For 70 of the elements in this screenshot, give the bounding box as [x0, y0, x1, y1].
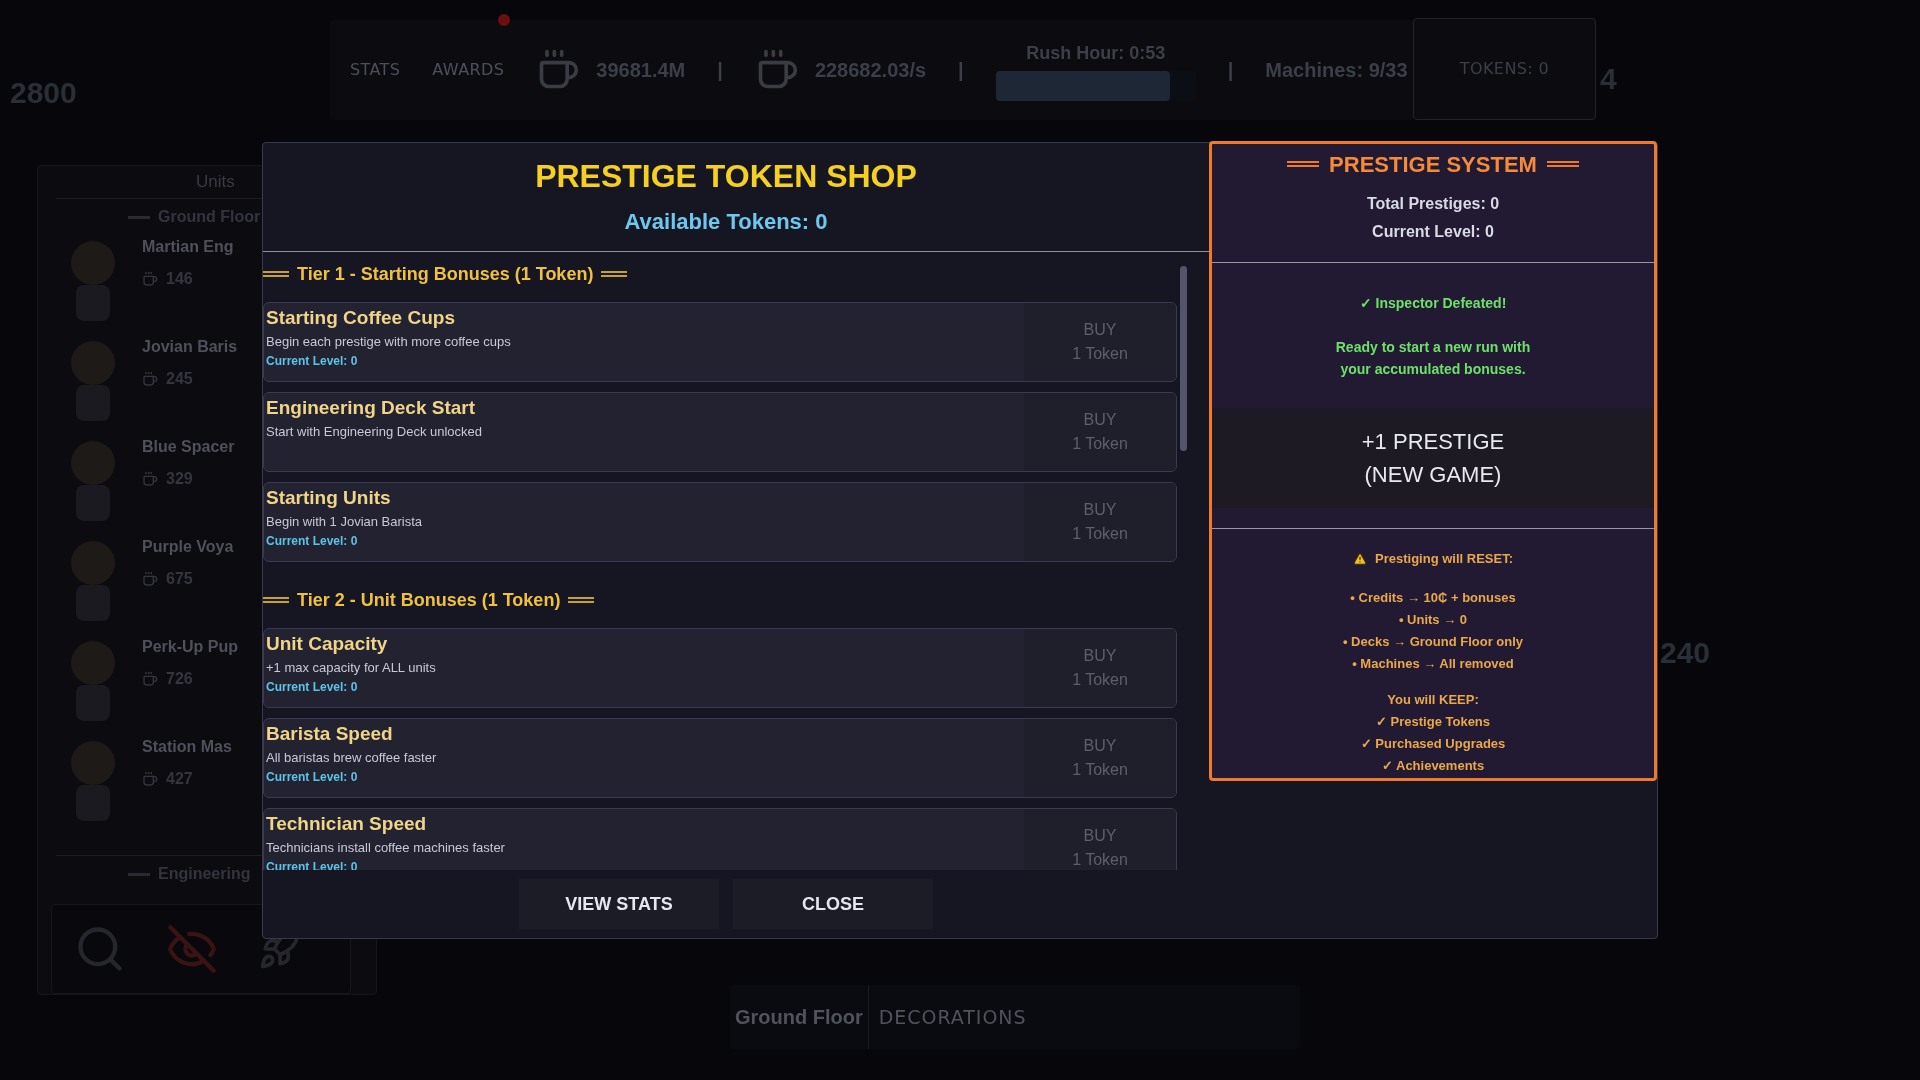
prestige-title: PRESTIGE SYSTEM — [1329, 150, 1537, 179]
dialog-button[interactable]: VIEW STATS — [519, 879, 719, 929]
available-tokens: Available Tokens: 0 — [624, 207, 828, 236]
dialog-button[interactable]: CLOSE — [733, 879, 933, 929]
upgrade-description: All baristas brew coffee faster — [266, 749, 438, 767]
warning-icon — [1353, 551, 1367, 566]
ready-message: Ready to start a new run with your accumulated bonuses. — [1334, 338, 1532, 379]
shop-title: PRESTIGE TOKEN SHOP — [535, 156, 917, 195]
reset-item: • Units → 0 — [1398, 610, 1468, 629]
keep-item: ✓ Achievements — [1381, 756, 1485, 775]
upgrade-description: Begin each prestige with more coffee cups — [266, 333, 512, 351]
upgrade-name: Starting Units — [266, 486, 392, 510]
unit-name: Purple Voya — [142, 537, 234, 558]
floor-label: Ground Floor — [734, 1005, 864, 1030]
keep-heading: You will KEEP: — [1387, 690, 1479, 709]
reset-item: • Credits → 10₵ + bonuses — [1350, 588, 1516, 607]
double-rule — [263, 597, 289, 603]
currency-value: 228682.03/s — [814, 58, 927, 83]
upgrade-name: Barista Speed — [266, 722, 394, 746]
upgrade-description: +1 max capacity for ALL units — [266, 659, 437, 677]
double-rule — [1287, 161, 1320, 167]
unit-name: Perk-Up Pup — [142, 637, 238, 658]
keep-item: ✓ Purchased Upgrades — [1360, 734, 1506, 753]
upgrade-description: Begin with 1 Jovian Barista — [266, 513, 424, 531]
mug-icon — [142, 471, 158, 488]
upgrade-description: Technicians install coffee machines faster — [266, 839, 506, 857]
currency-value: 39681.4M — [596, 58, 686, 83]
scrollbar-thumb[interactable] — [1180, 266, 1187, 451]
separator: | — [1227, 58, 1234, 83]
double-rule — [601, 271, 628, 277]
mug-icon — [142, 371, 158, 388]
unit-name: Martian Eng — [142, 237, 234, 258]
reset-item: • Machines → All removed — [1352, 654, 1514, 673]
machines-count: Machines: 9/33 — [1265, 58, 1408, 83]
hud-tab[interactable]: STATS — [350, 60, 401, 79]
separator: | — [958, 58, 964, 83]
unit-name: Jovian Baris — [142, 337, 238, 358]
prestige-button[interactable]: +1 PRESTIGE (NEW GAME) — [1212, 408, 1654, 508]
upgrade-name: Engineering Deck Start — [266, 396, 477, 420]
upgrade-level: Current Level: 0 — [266, 769, 359, 785]
separator: | — [717, 58, 723, 83]
rush-hour-label: Rush Hour: 0:53 — [1026, 41, 1166, 65]
upgrade-name: Starting Coffee Cups — [266, 306, 456, 330]
upgrade-level: Current Level: 0 — [266, 533, 359, 549]
tier-heading: Tier 1 - Starting Bonuses (1 Token) — [297, 262, 594, 286]
upgrade-name: Technician Speed — [266, 812, 428, 836]
upgrade-name: Unit Capacity — [266, 632, 389, 656]
mug-icon — [142, 571, 158, 588]
upgrade-level: Current Level: 0 — [266, 679, 359, 695]
unit-name: Station Mas — [142, 737, 232, 758]
mug-icon — [142, 271, 158, 288]
unit-name: Blue Spacer — [142, 437, 235, 458]
double-rule — [568, 597, 595, 603]
tier-heading: Tier 2 - Unit Bonuses (1 Token) — [297, 588, 561, 612]
prestige-stat: Current Level: 0 — [1372, 222, 1494, 242]
hud-tab[interactable]: AWARDS — [432, 60, 505, 79]
decorations-tab[interactable]: DECORATIONS — [868, 1002, 1027, 1032]
upgrade-description: Start with Engineering Deck unlocked — [266, 423, 484, 441]
warning-text: Prestiging will RESET: — [1375, 550, 1513, 568]
mug-icon — [142, 671, 158, 688]
double-rule — [1546, 161, 1579, 167]
keep-item: ✓ Prestige Tokens — [1375, 712, 1491, 731]
reset-item: • Decks → Ground Floor only — [1342, 632, 1524, 651]
eye-slash-icon[interactable] — [166, 923, 218, 976]
prestige-stat: Total Prestiges: 0 — [1366, 194, 1500, 214]
upgrade-level: Current Level: 0 — [266, 353, 359, 369]
mug-icon — [142, 771, 158, 788]
tokens-label: TOKENS: 0 — [1459, 58, 1550, 80]
status-message: ✓ Inspector Defeated! — [1359, 294, 1507, 313]
double-rule — [263, 271, 289, 277]
